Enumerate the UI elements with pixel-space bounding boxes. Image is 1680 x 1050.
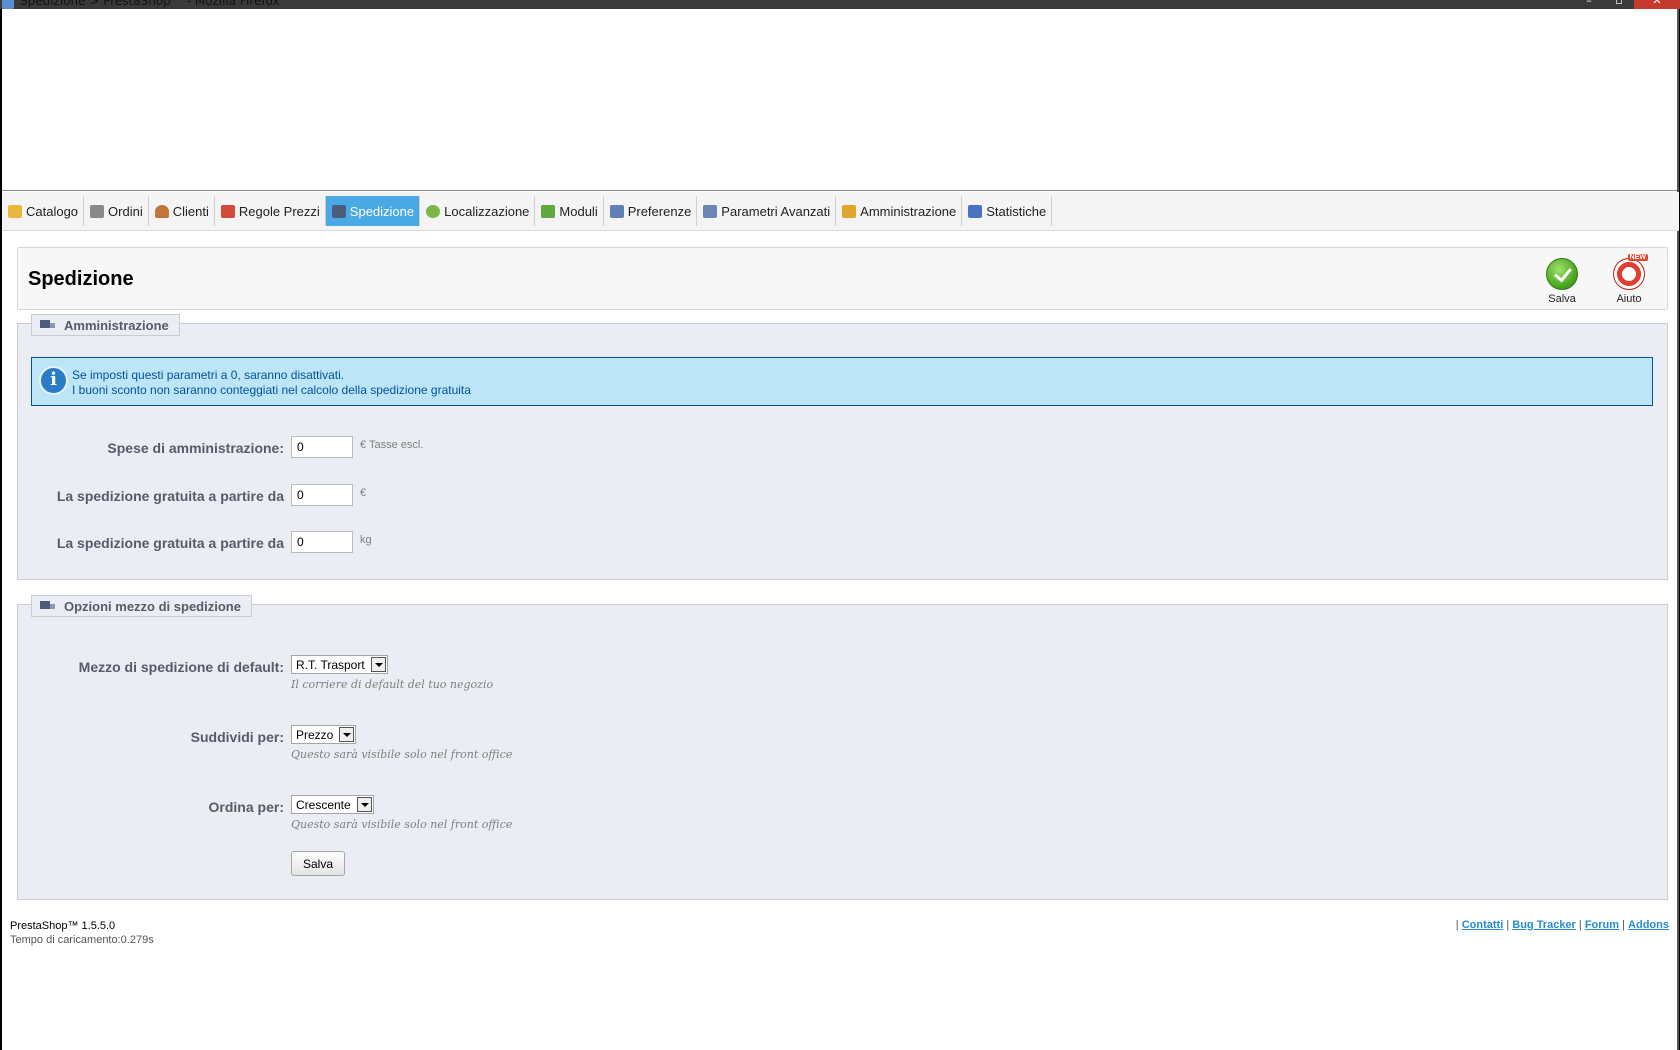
chevron-down-icon (356, 797, 372, 812)
sort-by-select[interactable]: Prezzo (291, 725, 357, 744)
puzzle-icon (541, 204, 556, 218)
tab-moduli[interactable]: Moduli (535, 196, 604, 226)
version-text: PrestaShop™ 1.5.5.0 (10, 920, 116, 932)
load-time-text: Tempo di caricamento:0.279s (10, 934, 154, 946)
bug-tracker-link[interactable]: Bug Tracker (1512, 919, 1576, 931)
handling-fee-unit: € Tasse escl. (360, 439, 424, 451)
order-by-row: Ordina per: Crescente Questo sarà visibi… (18, 795, 1667, 831)
bar-chart-icon (968, 204, 983, 218)
toolbar-help-label: Aiuto (1616, 293, 1642, 305)
carrier-options-legend: Opzioni mezzo di spedizione (31, 595, 252, 617)
tab-amministrazione[interactable]: Amministrazione (836, 196, 963, 226)
browser-viewport: Catalogo Ordini Clienti Regole Prezzi Sp… (2, 9, 1679, 1050)
info-message: i Se imposti questi parametri a 0, saran… (31, 357, 1653, 406)
free-shipping-weight-label: La spedizione gratuita a partire da (56, 535, 284, 551)
tab-spedizione[interactable]: Spedizione (325, 196, 421, 226)
new-badge: NEW (1627, 254, 1648, 261)
free-shipping-price-input[interactable] (291, 484, 353, 506)
forum-link[interactable]: Forum (1585, 919, 1619, 931)
tab-regole-prezzi[interactable]: Regole Prezzi (215, 196, 326, 226)
contatti-link[interactable]: Contatti (1462, 919, 1504, 931)
admin-fieldset: Amministrazione i Se imposti questi para… (17, 314, 1668, 580)
free-shipping-weight-input[interactable] (291, 531, 353, 553)
toolbar-save-label: Salva (1548, 293, 1576, 305)
preferences-icon (609, 204, 624, 218)
handling-fee-input[interactable] (291, 436, 353, 458)
lifebuoy-icon: NEW (1613, 254, 1648, 290)
globe-icon (426, 204, 441, 218)
close-icon[interactable]: ✕ (1634, 0, 1680, 9)
save-button[interactable]: Salva (291, 851, 345, 876)
sort-by-row: Suddividi per: Prezzo Questo sarà visibi… (18, 725, 1667, 761)
window-titlebar: Spedizione > PrestaShop™ - Mozilla Firef… (0, 0, 1680, 9)
wrench-icon (703, 204, 718, 218)
order-by-select[interactable]: Crescente (291, 795, 374, 814)
truck-icon (40, 319, 56, 331)
page-title: Spedizione (28, 268, 134, 290)
tab-catalogo[interactable]: Catalogo (2, 196, 85, 226)
free-shipping-weight-unit: kg (360, 534, 372, 546)
key-icon (842, 204, 857, 218)
toolbar-save-button[interactable]: Salva (1537, 258, 1587, 305)
main-menu: Catalogo Ordini Clienti Regole Prezzi Sp… (2, 192, 1679, 231)
price-tag-icon (220, 204, 235, 218)
admin-legend: Amministrazione (31, 314, 180, 336)
tab-ordini[interactable]: Ordini (84, 196, 149, 226)
toolbar-help-button[interactable]: NEW Aiuto (1604, 254, 1654, 305)
window-title: Spedizione > PrestaShop™ - Mozilla Firef… (20, 0, 280, 8)
carrier-options-fieldset: Opzioni mezzo di spedizione Mezzo di spe… (17, 595, 1668, 900)
tab-preferenze[interactable]: Preferenze (604, 196, 698, 226)
window-controls: – ▫ ✕ (1574, 0, 1680, 9)
sort-by-hint: Questo sarà visibile solo nel front offi… (291, 748, 513, 761)
info-line-2: I buoni sconto non saranno conteggiati n… (72, 383, 471, 397)
free-shipping-price-unit: € (360, 487, 367, 499)
default-carrier-label: Mezzo di spedizione di default: (78, 659, 284, 675)
scrollbar[interactable] (1677, 9, 1679, 1050)
header-area (2, 9, 1679, 191)
footer-links: | Contatti | Bug Tracker | Forum | Addon… (1455, 919, 1669, 931)
chevron-down-icon (339, 727, 355, 742)
folder-icon (8, 204, 22, 218)
addons-link[interactable]: Addons (1628, 919, 1669, 931)
free-shipping-price-row: La spedizione gratuita a partire da € (18, 484, 1667, 506)
free-shipping-weight-row: La spedizione gratuita a partire da kg (18, 531, 1667, 553)
order-by-hint: Questo sarà visibile solo nel front offi… (291, 818, 513, 831)
minimize-icon[interactable]: – (1574, 0, 1604, 9)
handling-fee-row: Spese di amministrazione: € Tasse escl. (18, 436, 1667, 458)
truck-icon (331, 204, 346, 218)
page-toolbar: Spedizione Salva NEW Aiuto (17, 247, 1668, 310)
default-carrier-row: Mezzo di spedizione di default: R.T. Tra… (18, 655, 1667, 691)
firefox-icon (2, 0, 14, 9)
info-line-1: Se imposti questi parametri a 0, saranno… (72, 368, 345, 382)
footer-info: PrestaShop™ 1.5.5.0 Tempo di caricamento… (10, 919, 154, 947)
default-carrier-select[interactable]: R.T. Trasport (291, 655, 388, 674)
check-icon (1546, 258, 1578, 290)
truck-icon (40, 600, 56, 612)
tab-parametri-avanzati[interactable]: Parametri Avanzati (697, 196, 837, 226)
free-shipping-price-label: La spedizione gratuita a partire da (56, 488, 284, 504)
maximize-icon[interactable]: ▫ (1604, 0, 1634, 9)
cart-icon (90, 204, 105, 218)
tab-clienti[interactable]: Clienti (149, 196, 215, 226)
chevron-down-icon (370, 657, 386, 672)
tab-localizzazione[interactable]: Localizzazione (420, 196, 536, 226)
info-icon: i (39, 366, 68, 395)
tab-statistiche[interactable]: Statistiche (962, 196, 1053, 226)
user-icon (154, 204, 169, 218)
sort-by-label: Suddividi per: (190, 729, 284, 745)
order-by-label: Ordina per: (208, 799, 284, 815)
handling-fee-label: Spese di amministrazione: (107, 440, 284, 456)
default-carrier-hint: Il corriere di default del tuo negozio (291, 678, 494, 691)
